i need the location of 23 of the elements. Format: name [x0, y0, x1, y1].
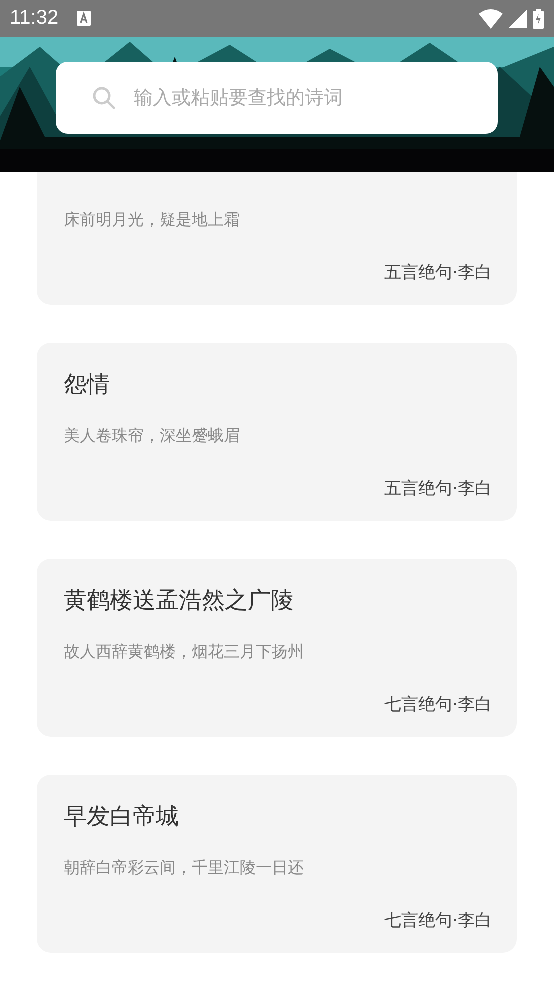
- poem-card[interactable]: 早发白帝城 朝辞白帝彩云间，千里江陵一日还 七言绝句·李白: [37, 775, 517, 953]
- poem-line: 床前明月光，疑是地上霜: [64, 210, 241, 231]
- poem-card[interactable]: 黄鹤楼送孟浩然之广陵 故人西辞黄鹤楼，烟花三月下扬州 七言绝句·李白: [37, 559, 517, 737]
- poem-meta: 七言绝句·李白: [384, 910, 492, 932]
- search-field[interactable]: 输入或粘贴要查找的诗词: [132, 86, 466, 110]
- keyboard-icon: [76, 11, 91, 26]
- poem-meta: 五言绝句·李白: [384, 262, 492, 284]
- poem-line: 朝辞白帝彩云间，千里江陵一日还: [64, 858, 305, 879]
- poem-meta: 五言绝句·李白: [384, 478, 492, 500]
- poem-meta: 七言绝句·李白: [384, 694, 492, 716]
- battery-icon: [533, 8, 544, 28]
- poem-title: 早发白帝城: [64, 803, 180, 832]
- search-icon: [92, 86, 116, 110]
- poem-line: 故人西辞黄鹤楼，烟花三月下扬州: [64, 642, 305, 663]
- search-bar[interactable]: 输入或粘贴要查找的诗词: [56, 62, 498, 134]
- poem-card[interactable]: 床前明月光，疑是地上霜 五言绝句·李白: [37, 172, 517, 305]
- poem-title: 怨情: [64, 371, 111, 400]
- poem-title: 黄鹤楼送孟浩然之广陵: [64, 587, 295, 616]
- status-time: 11:32: [10, 7, 59, 30]
- signal-icon: [509, 10, 527, 28]
- wifi-icon: [479, 8, 503, 28]
- poem-line: 美人卷珠帘，深坐蹙蛾眉: [64, 426, 241, 447]
- poem-card[interactable]: 怨情 美人卷珠帘，深坐蹙蛾眉 五言绝句·李白: [37, 343, 517, 521]
